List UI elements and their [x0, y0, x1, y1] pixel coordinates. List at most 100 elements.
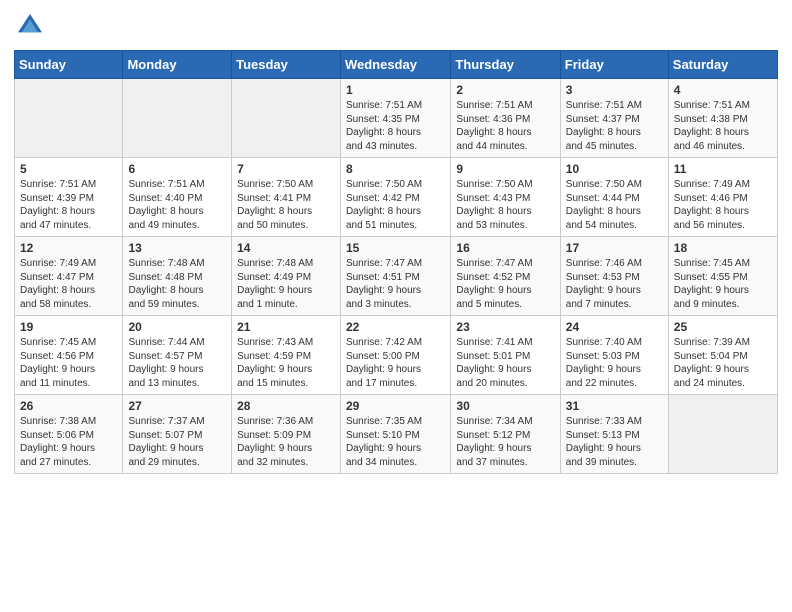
- day-info: Sunrise: 7:39 AM Sunset: 5:04 PM Dayligh…: [674, 336, 772, 390]
- calendar-cell: 30 Sunrise: 7:34 AM Sunset: 5:12 PM Dayli…: [451, 395, 560, 474]
- calendar-cell: 18 Sunrise: 7:45 AM Sunset: 4:55 PM Dayli…: [668, 237, 777, 316]
- calendar-cell: 28 Sunrise: 7:36 AM Sunset: 5:09 PM Dayli…: [232, 395, 341, 474]
- calendar-cell: 9 Sunrise: 7:50 AM Sunset: 4:43 PM Daylig…: [451, 158, 560, 237]
- calendar-cell: 10Sunrise: 7:50 AM Sunset: 4:44 PM Dayli…: [560, 158, 668, 237]
- day-info: Sunrise: 7:40 AM Sunset: 5:03 PM Dayligh…: [566, 336, 663, 390]
- day-info: Sunrise: 7:49 AM Sunset: 4:47 PM Dayligh…: [20, 257, 117, 311]
- calendar-cell: 19Sunrise: 7:45 AM Sunset: 4:56 PM Dayli…: [15, 316, 123, 395]
- day-number: 9: [456, 162, 554, 176]
- day-info: Sunrise: 7:51 AM Sunset: 4:35 PM Dayligh…: [346, 99, 445, 153]
- calendar-cell: 13 Sunrise: 7:48 AM Sunset: 4:48 PM Dayli…: [123, 237, 232, 316]
- day-number: 19: [20, 320, 117, 334]
- calendar-cell: 2 Sunrise: 7:51 AM Sunset: 4:36 PM Daylig…: [451, 79, 560, 158]
- day-info: Sunrise: 7:51 AM Sunset: 4:37 PM Dayligh…: [566, 99, 663, 153]
- day-info: Sunrise: 7:43 AM Sunset: 4:59 PM Dayligh…: [237, 336, 335, 390]
- calendar-cell: 22 Sunrise: 7:42 AM Sunset: 5:00 PM Dayli…: [340, 316, 450, 395]
- day-number: 14: [237, 241, 335, 255]
- day-info: Sunrise: 7:44 AM Sunset: 4:57 PM Dayligh…: [128, 336, 226, 390]
- day-info: Sunrise: 7:37 AM Sunset: 5:07 PM Dayligh…: [128, 415, 226, 469]
- week-row-4: 19Sunrise: 7:45 AM Sunset: 4:56 PM Dayli…: [15, 316, 778, 395]
- day-number: 28: [237, 399, 335, 413]
- calendar-cell: 23 Sunrise: 7:41 AM Sunset: 5:01 PM Dayli…: [451, 316, 560, 395]
- calendar-cell: 5Sunrise: 7:51 AM Sunset: 4:39 PM Daylig…: [15, 158, 123, 237]
- day-info: Sunrise: 7:33 AM Sunset: 5:13 PM Dayligh…: [566, 415, 663, 469]
- day-number: 24: [566, 320, 663, 334]
- day-info: Sunrise: 7:49 AM Sunset: 4:46 PM Dayligh…: [674, 178, 772, 232]
- header: [14, 10, 778, 42]
- weekday-header-tuesday: Tuesday: [232, 51, 341, 79]
- day-number: 12: [20, 241, 117, 255]
- day-info: Sunrise: 7:46 AM Sunset: 4:53 PM Dayligh…: [566, 257, 663, 311]
- day-info: Sunrise: 7:50 AM Sunset: 4:41 PM Dayligh…: [237, 178, 335, 232]
- day-number: 20: [128, 320, 226, 334]
- logo-icon: [14, 10, 46, 42]
- day-info: Sunrise: 7:51 AM Sunset: 4:39 PM Dayligh…: [20, 178, 117, 232]
- day-info: Sunrise: 7:38 AM Sunset: 5:06 PM Dayligh…: [20, 415, 117, 469]
- day-info: Sunrise: 7:48 AM Sunset: 4:49 PM Dayligh…: [237, 257, 335, 311]
- calendar-cell: 16 Sunrise: 7:47 AM Sunset: 4:52 PM Dayli…: [451, 237, 560, 316]
- calendar-cell: 1Sunrise: 7:51 AM Sunset: 4:35 PM Daylig…: [340, 79, 450, 158]
- calendar-cell: 31 Sunrise: 7:33 AM Sunset: 5:13 PM Dayli…: [560, 395, 668, 474]
- week-row-2: 5Sunrise: 7:51 AM Sunset: 4:39 PM Daylig…: [15, 158, 778, 237]
- day-number: 26: [20, 399, 117, 413]
- week-row-1: 1Sunrise: 7:51 AM Sunset: 4:35 PM Daylig…: [15, 79, 778, 158]
- day-info: Sunrise: 7:47 AM Sunset: 4:51 PM Dayligh…: [346, 257, 445, 311]
- day-info: Sunrise: 7:35 AM Sunset: 5:10 PM Dayligh…: [346, 415, 445, 469]
- weekday-header-wednesday: Wednesday: [340, 51, 450, 79]
- page-container: SundayMondayTuesdayWednesdayThursdayFrid…: [0, 0, 792, 484]
- calendar-cell: 14 Sunrise: 7:48 AM Sunset: 4:49 PM Dayli…: [232, 237, 341, 316]
- day-number: 6: [128, 162, 226, 176]
- day-number: 11: [674, 162, 772, 176]
- day-number: 7: [237, 162, 335, 176]
- day-number: 8: [346, 162, 445, 176]
- day-info: Sunrise: 7:50 AM Sunset: 4:43 PM Dayligh…: [456, 178, 554, 232]
- calendar-cell: 29Sunrise: 7:35 AM Sunset: 5:10 PM Dayli…: [340, 395, 450, 474]
- day-info: Sunrise: 7:51 AM Sunset: 4:36 PM Dayligh…: [456, 99, 554, 153]
- calendar-cell: 12 Sunrise: 7:49 AM Sunset: 4:47 PM Dayli…: [15, 237, 123, 316]
- calendar-cell: 6 Sunrise: 7:51 AM Sunset: 4:40 PM Daylig…: [123, 158, 232, 237]
- day-number: 31: [566, 399, 663, 413]
- weekday-header-sunday: Sunday: [15, 51, 123, 79]
- calendar-cell: 4Sunrise: 7:51 AM Sunset: 4:38 PM Daylig…: [668, 79, 777, 158]
- weekday-header-row: SundayMondayTuesdayWednesdayThursdayFrid…: [15, 51, 778, 79]
- weekday-header-saturday: Saturday: [668, 51, 777, 79]
- calendar-cell: 8Sunrise: 7:50 AM Sunset: 4:42 PM Daylig…: [340, 158, 450, 237]
- day-number: 10: [566, 162, 663, 176]
- calendar-cell: 20 Sunrise: 7:44 AM Sunset: 4:57 PM Dayli…: [123, 316, 232, 395]
- day-info: Sunrise: 7:48 AM Sunset: 4:48 PM Dayligh…: [128, 257, 226, 311]
- day-info: Sunrise: 7:34 AM Sunset: 5:12 PM Dayligh…: [456, 415, 554, 469]
- day-info: Sunrise: 7:51 AM Sunset: 4:40 PM Dayligh…: [128, 178, 226, 232]
- calendar-cell: 7 Sunrise: 7:50 AM Sunset: 4:41 PM Daylig…: [232, 158, 341, 237]
- day-info: Sunrise: 7:47 AM Sunset: 4:52 PM Dayligh…: [456, 257, 554, 311]
- calendar-cell: 17Sunrise: 7:46 AM Sunset: 4:53 PM Dayli…: [560, 237, 668, 316]
- week-row-3: 12 Sunrise: 7:49 AM Sunset: 4:47 PM Dayli…: [15, 237, 778, 316]
- day-number: 2: [456, 83, 554, 97]
- day-info: Sunrise: 7:41 AM Sunset: 5:01 PM Dayligh…: [456, 336, 554, 390]
- calendar-cell: 24 Sunrise: 7:40 AM Sunset: 5:03 PM Dayli…: [560, 316, 668, 395]
- calendar-cell: [15, 79, 123, 158]
- day-number: 13: [128, 241, 226, 255]
- day-number: 22: [346, 320, 445, 334]
- day-number: 23: [456, 320, 554, 334]
- calendar-cell: 3 Sunrise: 7:51 AM Sunset: 4:37 PM Daylig…: [560, 79, 668, 158]
- calendar: SundayMondayTuesdayWednesdayThursdayFrid…: [14, 50, 778, 474]
- calendar-cell: [668, 395, 777, 474]
- calendar-cell: [232, 79, 341, 158]
- day-info: Sunrise: 7:42 AM Sunset: 5:00 PM Dayligh…: [346, 336, 445, 390]
- logo: [14, 10, 50, 42]
- calendar-cell: 11 Sunrise: 7:49 AM Sunset: 4:46 PM Dayli…: [668, 158, 777, 237]
- calendar-cell: [123, 79, 232, 158]
- calendar-cell: 27 Sunrise: 7:37 AM Sunset: 5:07 PM Dayli…: [123, 395, 232, 474]
- day-number: 3: [566, 83, 663, 97]
- day-info: Sunrise: 7:45 AM Sunset: 4:55 PM Dayligh…: [674, 257, 772, 311]
- calendar-cell: 25Sunrise: 7:39 AM Sunset: 5:04 PM Dayli…: [668, 316, 777, 395]
- calendar-cell: 26 Sunrise: 7:38 AM Sunset: 5:06 PM Dayli…: [15, 395, 123, 474]
- day-number: 30: [456, 399, 554, 413]
- calendar-cell: 15Sunrise: 7:47 AM Sunset: 4:51 PM Dayli…: [340, 237, 450, 316]
- day-number: 16: [456, 241, 554, 255]
- day-info: Sunrise: 7:36 AM Sunset: 5:09 PM Dayligh…: [237, 415, 335, 469]
- day-number: 21: [237, 320, 335, 334]
- day-number: 18: [674, 241, 772, 255]
- day-number: 4: [674, 83, 772, 97]
- day-number: 27: [128, 399, 226, 413]
